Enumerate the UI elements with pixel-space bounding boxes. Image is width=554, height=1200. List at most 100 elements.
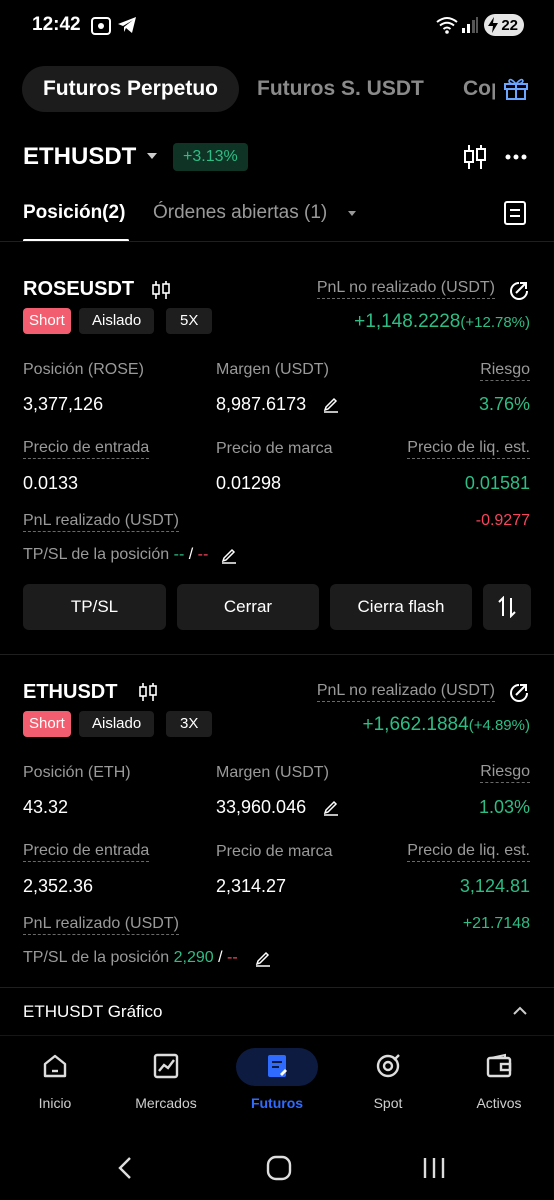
tab-positions[interactable]: Posición(2) [23, 202, 125, 224]
margin-value: 8,987.6173 [216, 394, 307, 414]
gift-icon[interactable] [503, 76, 529, 100]
divider [0, 241, 554, 242]
nav-label: Activos [476, 1095, 522, 1111]
nav-spot[interactable]: Spot [333, 1052, 443, 1111]
risk-label[interactable]: Riesgo [480, 763, 530, 783]
edit-margin-icon[interactable] [323, 395, 339, 413]
tab-open-orders[interactable]: Órdenes abiertas (1) [153, 202, 327, 224]
risk-value: 3.76% [478, 394, 530, 414]
realized-pnl-label[interactable]: PnL realizado (USDT) [23, 915, 179, 935]
reverse-position-button[interactable] [483, 584, 531, 630]
sl-value: -- [197, 546, 209, 563]
edit-tpsl-icon[interactable] [255, 949, 271, 967]
margin-value: 33,960.046 [216, 797, 307, 817]
leverage-tag[interactable]: 3X [166, 711, 213, 737]
mark-price-value: 2,314.27 [216, 876, 287, 896]
screenshot-icon [91, 17, 111, 35]
edit-tpsl-icon[interactable] [221, 546, 237, 564]
margin-mode-tag[interactable]: Aislado [79, 308, 155, 334]
risk-label[interactable]: Riesgo [480, 361, 530, 381]
edit-margin-icon[interactable] [323, 798, 339, 816]
nav-label: Spot [373, 1095, 403, 1111]
position-symbol[interactable]: ETHUSDT [23, 681, 117, 704]
mark-price-label: Precio de marca [216, 843, 333, 860]
sl-value: -- [227, 949, 238, 966]
entry-price-label[interactable]: Precio de entrada [23, 842, 150, 862]
signal-icon [462, 17, 478, 33]
divider [0, 654, 554, 655]
entry-price-label[interactable]: Precio de entrada [23, 439, 150, 459]
tpsl-row[interactable]: TP/SL de la posición 2,290 / -- [23, 949, 238, 967]
liq-price-value: 3,124.81 [459, 876, 530, 896]
spot-icon [376, 1054, 400, 1078]
unrealized-pnl-value: +1,148.2228(+12.78%) [354, 311, 530, 333]
tpsl-label: TP/SL de la posición [23, 949, 170, 966]
margin-label: Margen (USDT) [216, 764, 329, 781]
size-value: 3,377,126 [23, 394, 104, 414]
share-pnl-icon[interactable] [508, 280, 530, 302]
home-icon [43, 1054, 67, 1078]
telegram-icon [118, 17, 136, 33]
tab-label: Futuros Perpetuo [42, 77, 218, 100]
battery-indicator: 22 [484, 14, 524, 36]
futures-icon [268, 1055, 287, 1077]
nav-inicio[interactable]: Inicio [0, 1052, 110, 1111]
candlestick-icon[interactable] [463, 144, 487, 170]
pnl-amount: +1,662.1884 [362, 714, 469, 735]
status-time: 12:42 [32, 14, 81, 35]
tpsl-row[interactable]: TP/SL de la posición -- / -- [23, 546, 208, 564]
flash-close-button[interactable]: Cierra flash [330, 584, 472, 630]
side-tag: Short [23, 711, 71, 737]
candlestick-icon[interactable] [152, 280, 170, 300]
chevron-up-icon[interactable] [513, 1006, 527, 1015]
tab-futuros-usdt[interactable]: Futuros S. USDT [257, 77, 424, 101]
system-home-icon[interactable] [266, 1155, 292, 1181]
nav-label: Futuros [250, 1095, 304, 1111]
price-change-badge: +3.13% [173, 143, 248, 171]
nav-futuros[interactable]: Futuros [222, 1052, 332, 1111]
tp-value: -- [173, 546, 185, 563]
system-recents-icon[interactable] [422, 1156, 446, 1180]
divider [0, 1035, 554, 1036]
margin-label: Margen (USDT) [216, 361, 329, 378]
unrealized-pnl-label[interactable]: PnL no realizado (USDT) [316, 682, 495, 702]
side-tag: Short [23, 308, 71, 334]
candlestick-icon[interactable] [139, 682, 157, 702]
realized-pnl-label[interactable]: PnL realizado (USDT) [23, 512, 179, 532]
margin-mode-tag[interactable]: Aislado [79, 711, 155, 737]
more-options-icon[interactable] [505, 154, 527, 160]
entry-price-value: 2,352.36 [23, 876, 94, 896]
markets-icon [153, 1053, 179, 1079]
tpsl-button[interactable]: TP/SL [23, 584, 166, 630]
caret-down-icon[interactable] [347, 210, 357, 217]
pnl-percent: (+12.78%) [460, 314, 530, 331]
tab-copy[interactable]: Copy [463, 77, 495, 101]
tpsl-label: TP/SL de la posición [23, 546, 170, 563]
position-symbol[interactable]: ROSEUSDT [23, 278, 134, 301]
tab-futuros-perpetuo[interactable]: Futuros Perpetuo [22, 66, 239, 112]
share-pnl-icon[interactable] [508, 682, 530, 704]
wallet-icon [486, 1053, 512, 1078]
leverage-tag[interactable]: 5X [166, 308, 213, 334]
pnl-amount: +1,148.2228 [354, 311, 461, 332]
liq-price-label[interactable]: Precio de liq. est. [407, 842, 530, 862]
nav-mercados[interactable]: Mercados [111, 1052, 221, 1111]
caret-down-icon[interactable] [146, 152, 158, 160]
size-label: Posición (ROSE) [23, 361, 144, 378]
unrealized-pnl-label[interactable]: PnL no realizado (USDT) [316, 279, 495, 299]
close-position-button[interactable]: Cerrar [177, 584, 319, 630]
symbol-selector[interactable]: ETHUSDT [23, 143, 136, 171]
unrealized-pnl-value: +1,662.1884(+4.89%) [363, 714, 531, 736]
order-history-icon[interactable] [503, 200, 527, 226]
risk-value: 1.03% [478, 797, 530, 817]
nav-activos[interactable]: Activos [444, 1052, 554, 1111]
liq-price-label[interactable]: Precio de liq. est. [407, 439, 530, 459]
mark-price-label: Precio de marca [216, 440, 333, 457]
chart-section-toggle[interactable]: ETHUSDT Gráfico [23, 1002, 163, 1022]
size-label: Posición (ETH) [23, 764, 131, 781]
system-back-icon[interactable] [115, 1156, 135, 1180]
divider [0, 987, 554, 988]
realized-pnl-value: -0.9277 [475, 512, 530, 529]
size-value: 43.32 [23, 797, 69, 817]
swap-arrows-icon [498, 596, 516, 618]
